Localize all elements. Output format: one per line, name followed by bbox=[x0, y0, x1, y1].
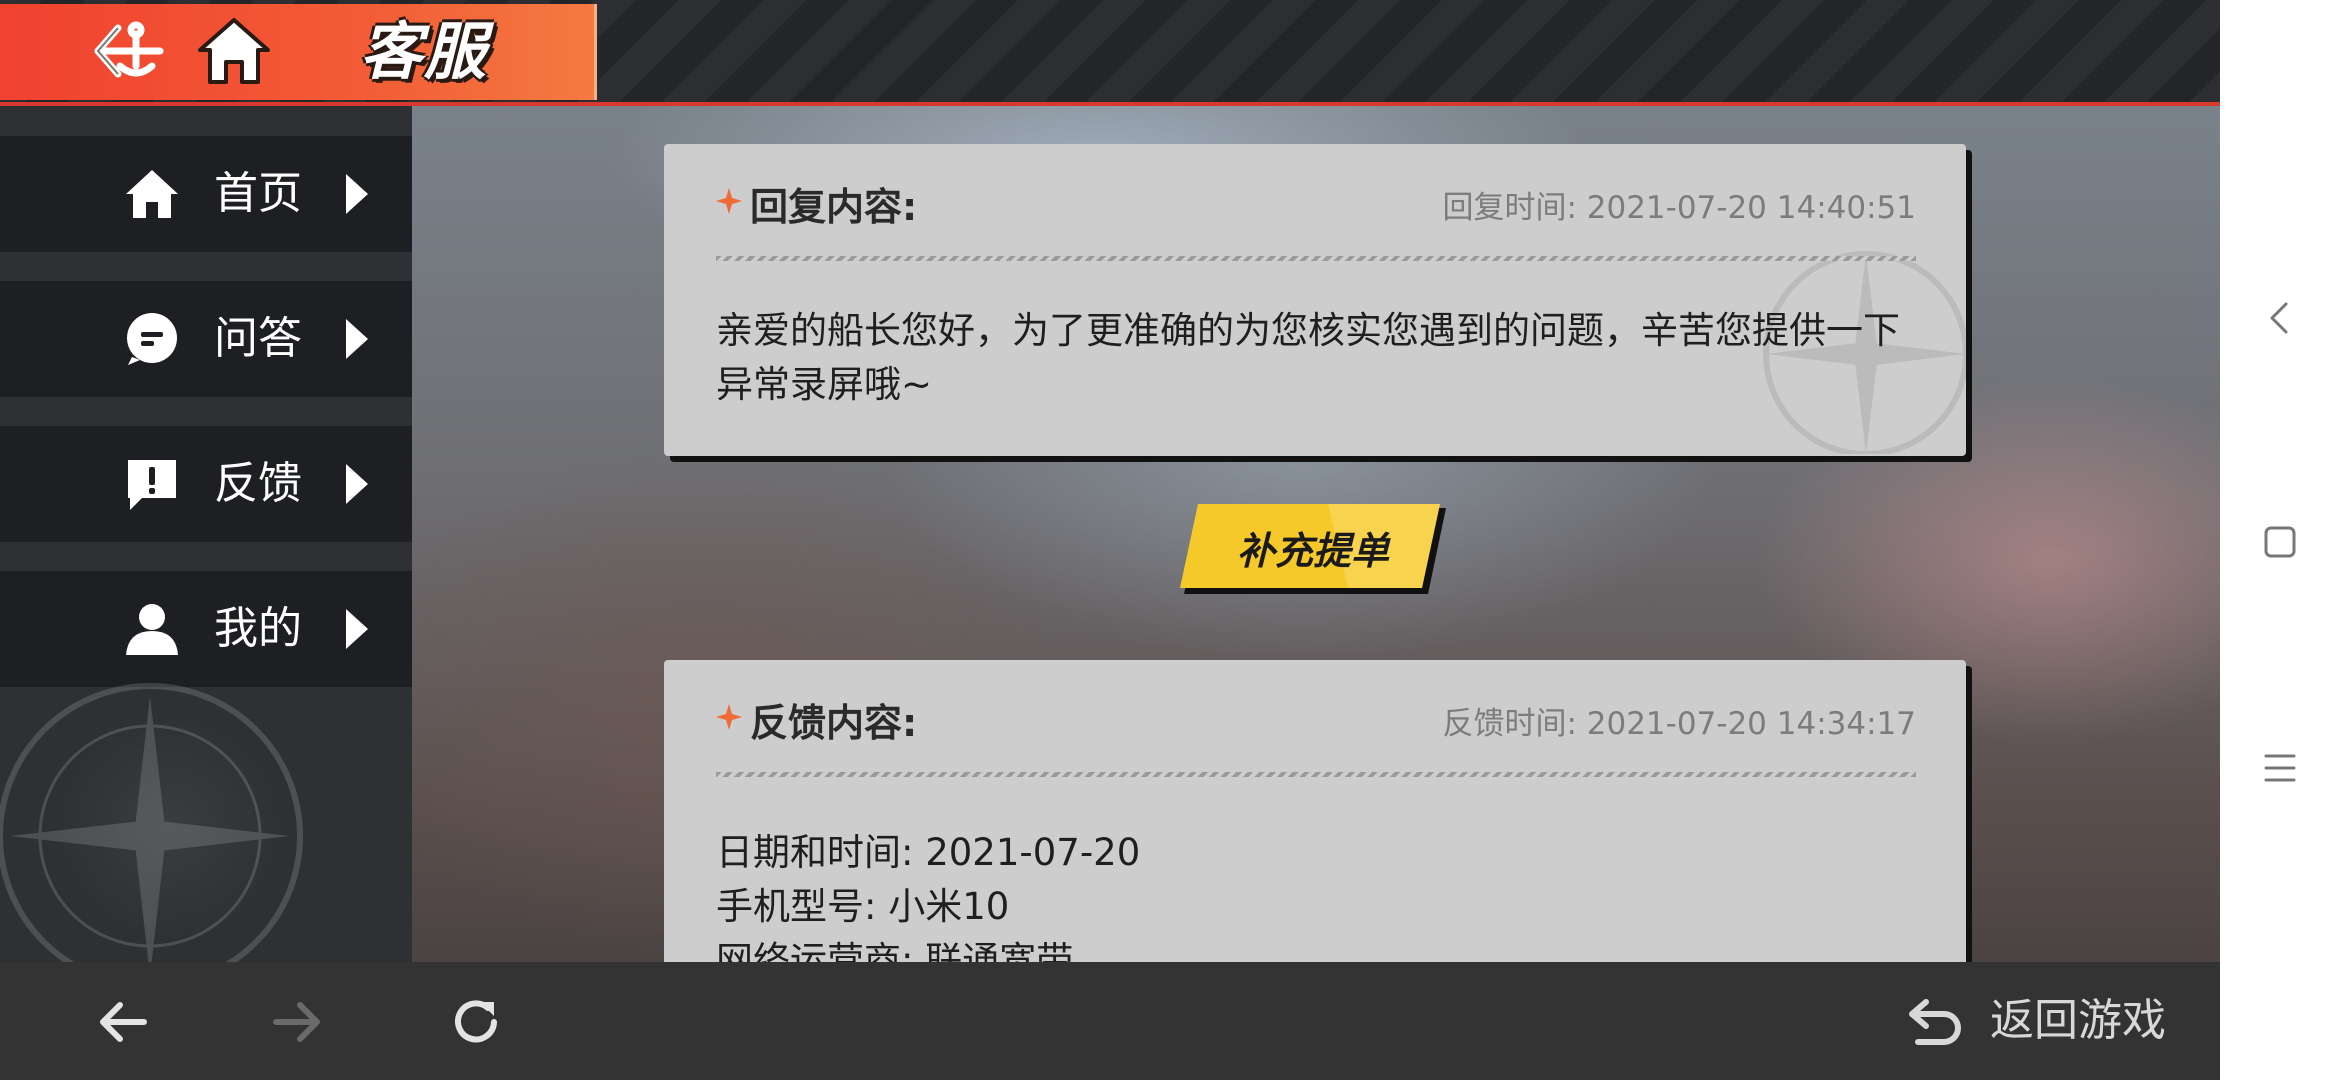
reply-heading: 回复内容: bbox=[750, 185, 918, 229]
feedback-time: 反馈时间: 2021-07-20 14:34:17 bbox=[1442, 706, 1916, 742]
compass-watermark-icon bbox=[0, 683, 303, 962]
home-icon bbox=[126, 170, 178, 218]
title-tab: 客服 bbox=[0, 4, 597, 100]
sidebar-item-label: 首页 bbox=[214, 168, 302, 219]
reply-time: 回复时间: 2021-07-20 14:40:51 bbox=[1442, 190, 1916, 226]
sidebar: 首页 问答 反馈 我的 bbox=[0, 106, 412, 962]
sidebar-item-label: 反馈 bbox=[214, 458, 302, 509]
user-icon bbox=[126, 604, 178, 655]
divider bbox=[716, 256, 1916, 261]
sidebar-item-feedback[interactable]: 反馈 bbox=[0, 426, 412, 542]
system-home-icon[interactable] bbox=[2260, 522, 2300, 562]
return-arrow-icon bbox=[1909, 999, 1961, 1045]
return-to-game-button[interactable]: 返回游戏 bbox=[1906, 984, 2196, 1058]
divider bbox=[716, 772, 1916, 777]
home-icon[interactable] bbox=[196, 16, 272, 88]
game-viewport: 客服 首页 问答 反馈 我的 回复内容: 回复时间: 2021-07-20 14… bbox=[0, 0, 2220, 1080]
chevron-right-icon bbox=[346, 174, 368, 214]
sidebar-item-label: 我的 bbox=[214, 603, 302, 654]
feedback-line-date: 日期和时间: 2021-07-20 bbox=[716, 831, 1141, 874]
supplement-button-label: 补充提单 bbox=[1236, 529, 1389, 573]
back-anchor-icon[interactable] bbox=[88, 16, 168, 86]
sidebar-item-home[interactable]: 首页 bbox=[0, 136, 412, 252]
system-back-icon[interactable] bbox=[2260, 298, 2300, 338]
chat-bubble-icon bbox=[127, 313, 177, 365]
star-bullet-icon bbox=[716, 704, 742, 730]
sidebar-item-label: 问答 bbox=[214, 313, 302, 364]
feedback-line-phone: 手机型号: 小米10 bbox=[716, 885, 1010, 928]
sidebar-item-qa[interactable]: 问答 bbox=[0, 281, 412, 397]
return-to-game-label: 返回游戏 bbox=[1990, 995, 2166, 1046]
chevron-right-icon bbox=[346, 319, 368, 359]
feedback-exclamation-icon bbox=[128, 460, 176, 510]
back-arrow-icon[interactable] bbox=[94, 992, 154, 1052]
feedback-heading: 反馈内容: bbox=[750, 701, 918, 745]
system-menu-icon[interactable] bbox=[2260, 748, 2300, 788]
reply-card: 回复内容: 回复时间: 2021-07-20 14:40:51 亲爱的船长您好，… bbox=[664, 144, 1966, 456]
bottom-bar: 返回游戏 bbox=[0, 962, 2220, 1080]
star-bullet-icon bbox=[716, 188, 742, 214]
reply-body: 亲爱的船长您好，为了更准确的为您核实您遇到的问题，辛苦您提供一下异常录屏哦~ bbox=[716, 309, 1900, 406]
chevron-right-icon bbox=[346, 464, 368, 504]
chevron-right-icon bbox=[346, 609, 368, 649]
top-bar: 客服 bbox=[0, 0, 2220, 106]
forward-arrow-icon[interactable] bbox=[266, 992, 326, 1052]
system-nav-bar bbox=[2220, 0, 2340, 1080]
supplement-ticket-button[interactable]: 补充提单 bbox=[1178, 504, 1448, 598]
page-title: 客服 bbox=[360, 15, 489, 88]
refresh-icon[interactable] bbox=[446, 992, 506, 1052]
